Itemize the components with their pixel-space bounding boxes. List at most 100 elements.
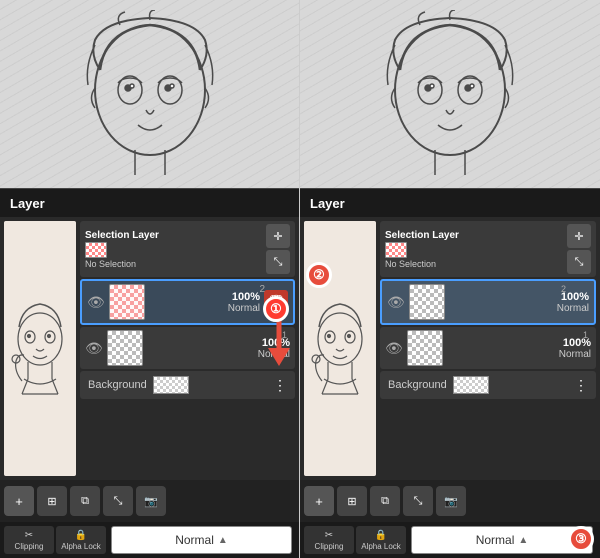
- layer-mode-1-p2: Normal: [559, 349, 591, 360]
- eye-icon-layer1-p2[interactable]: 👁: [385, 340, 403, 357]
- bottom-bar-p1: ✂ Clipping 🔒 Alpha Lock Normal ▲: [0, 522, 299, 558]
- sketch-background-1: [0, 0, 299, 200]
- normal-dropdown-p1[interactable]: Normal ▲: [111, 526, 292, 554]
- more-btn-p2[interactable]: ⋮: [574, 377, 588, 394]
- circle-indicator-2: ②: [306, 262, 332, 288]
- layer-info-2-p1: 100% Normal: [149, 291, 260, 314]
- layer-toolbar-2: + ⊞ ⧉ ⤡ 📷: [300, 480, 600, 522]
- layer-mode-2-p1: Normal: [228, 303, 260, 314]
- layer-num-1-p2: 1: [583, 330, 588, 340]
- layer-opacity-2-p1: 100%: [232, 291, 260, 303]
- flip-btn-p2[interactable]: ⤡: [403, 486, 433, 516]
- layer-num-2-p1: 2: [259, 284, 265, 295]
- merge-btn-p2[interactable]: ⊞: [337, 486, 367, 516]
- merge-btn-p1[interactable]: ⊞: [37, 486, 67, 516]
- selection-layer-actions-2: ✛ ⤡: [567, 224, 591, 274]
- layer-content-1: Selection Layer No Selection ✛ ⤡ 👁: [0, 217, 299, 480]
- face-sketch-2: [370, 10, 530, 190]
- lock-icon-p1: 🔒: [75, 530, 87, 541]
- alpha-lock-label-p2: Alpha Lock: [361, 542, 401, 551]
- camera-btn-p2[interactable]: 📷: [436, 486, 466, 516]
- anime-thumb-2: [304, 221, 376, 476]
- clipping-label-p1: Clipping: [15, 542, 44, 551]
- bg-row-p1[interactable]: Background ⋮: [80, 371, 295, 399]
- layer-thumb-1-p1: [107, 330, 143, 366]
- lock-icon-p2: 🔒: [375, 530, 387, 541]
- selection-layer-thumb-2: [385, 242, 407, 258]
- face-sketch-1: [70, 10, 230, 190]
- eye-icon-layer2-p1[interactable]: 👁: [87, 294, 105, 311]
- alpha-lock-tab-p2[interactable]: 🔒 Alpha Lock: [356, 526, 406, 554]
- circle-indicator-1: ①: [263, 296, 289, 322]
- no-selection-text-2: No Selection: [385, 259, 459, 269]
- chevron-up-p1: ▲: [218, 535, 228, 546]
- selection-layer-title-2: Selection Layer: [385, 230, 459, 241]
- layer-title-2: Layer: [310, 196, 345, 211]
- layer-thumb-1-p2: [407, 330, 443, 366]
- layer-row-1-panel1[interactable]: 👁 1 100% Normal: [80, 327, 295, 369]
- circle-indicator-3: ③: [568, 526, 594, 552]
- camera-btn-p1[interactable]: 📷: [136, 486, 166, 516]
- normal-label-p1: Normal: [175, 533, 214, 547]
- sketch-background-2: [300, 0, 600, 200]
- bg-thumb-p2: [453, 376, 489, 394]
- alpha-lock-label-p1: Alpha Lock: [61, 542, 101, 551]
- panel-1: Layer: [0, 0, 300, 558]
- layer-num-2-p2: 2: [561, 284, 566, 294]
- clipping-label-p2: Clipping: [315, 542, 344, 551]
- layer-header-1: Layer: [0, 189, 299, 217]
- layer-thumbnail-col-1: [4, 221, 76, 476]
- bg-thumb-p1: [153, 376, 189, 394]
- flip-btn-p1[interactable]: ⤡: [103, 486, 133, 516]
- layers-list-1: Selection Layer No Selection ✛ ⤡ 👁: [80, 221, 295, 476]
- layer-header-2: Layer: [300, 189, 600, 217]
- layer-content-2: Selection Layer No Selection ✛ ⤡ 👁: [300, 217, 600, 480]
- bottom-bar-p2: ✂ Clipping 🔒 Alpha Lock Normal ▲: [300, 522, 600, 558]
- alpha-lock-tab-p1[interactable]: 🔒 Alpha Lock: [56, 526, 106, 554]
- add-layer-btn-p1[interactable]: +: [4, 486, 34, 516]
- panel-2: Layer: [300, 0, 600, 558]
- selection-layer-row-1[interactable]: Selection Layer No Selection ✛ ⤡: [80, 221, 295, 277]
- layer-row-1-panel2[interactable]: 👁 1 100% Normal: [380, 327, 596, 369]
- more-btn-p1[interactable]: ⋮: [273, 377, 287, 394]
- resize-icon-2[interactable]: ⤡: [567, 250, 591, 274]
- normal-label-p2: Normal: [476, 533, 515, 547]
- layer-info-2-p2: 100% Normal: [449, 291, 589, 314]
- main-container: Layer: [0, 0, 600, 558]
- red-arrow-1: [264, 318, 294, 368]
- eye-icon-layer1-p1[interactable]: 👁: [85, 340, 103, 357]
- layer-thumb-2-p2: [409, 284, 445, 320]
- normal-dropdown-p2[interactable]: Normal ▲: [411, 526, 593, 554]
- clipping-icon-p1: ✂: [25, 530, 33, 541]
- clipping-tab-p2[interactable]: ✂ Clipping: [304, 526, 354, 554]
- layer-thumbnail-col-2: [304, 221, 376, 476]
- bg-label-p2: Background: [388, 379, 447, 391]
- bg-label-p1: Background: [88, 379, 147, 391]
- layer-panel-1: Layer: [0, 188, 299, 558]
- add-layer-btn-p2[interactable]: +: [304, 486, 334, 516]
- layers-list-2: Selection Layer No Selection ✛ ⤡ 👁: [380, 221, 596, 476]
- selection-layer-thumb-1: [85, 242, 107, 258]
- bg-row-p2[interactable]: Background ⋮: [380, 371, 596, 399]
- selection-layer-title-1: Selection Layer: [85, 230, 159, 241]
- layer-info-1-p2: 100% Normal: [447, 337, 591, 360]
- selection-layer-actions-1: ✛ ⤡: [266, 224, 290, 274]
- eye-icon-layer2-p2[interactable]: 👁: [387, 294, 405, 311]
- chevron-up-p2: ▲: [518, 535, 528, 546]
- clipping-tab-p1[interactable]: ✂ Clipping: [4, 526, 54, 554]
- transform-icon-2[interactable]: ✛: [567, 224, 591, 248]
- layer-row-2-panel2[interactable]: 👁 2 100% Normal: [380, 279, 596, 325]
- resize-icon-1[interactable]: ⤡: [266, 250, 290, 274]
- selection-layer-row-2[interactable]: Selection Layer No Selection ✛ ⤡: [380, 221, 596, 277]
- clipping-icon-p2: ✂: [325, 530, 333, 541]
- selection-layer-info-1: Selection Layer No Selection: [85, 230, 159, 269]
- layer-thumb-2-p1: [109, 284, 145, 320]
- layer-mode-2-p2: Normal: [557, 303, 589, 314]
- layer-panel-2: Layer: [300, 188, 600, 558]
- layer-title-1: Layer: [10, 196, 45, 211]
- layer-row-2-panel1[interactable]: 👁 2 100% Normal 🗑: [80, 279, 295, 325]
- transform-icon-1[interactable]: ✛: [266, 224, 290, 248]
- selection-layer-info-2: Selection Layer No Selection: [385, 230, 459, 269]
- duplicate-btn-p2[interactable]: ⧉: [370, 486, 400, 516]
- duplicate-btn-p1[interactable]: ⧉: [70, 486, 100, 516]
